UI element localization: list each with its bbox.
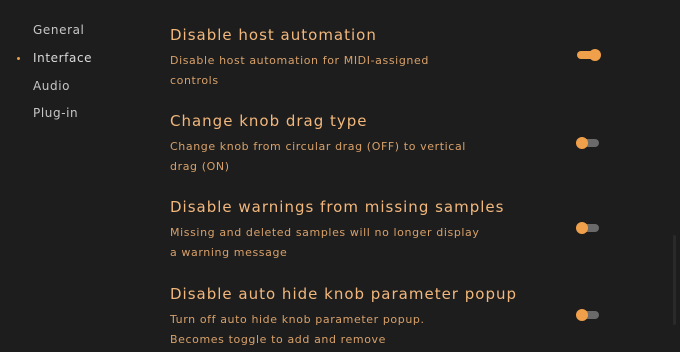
setting-change-knob-drag-type: Change knob drag type Change knob from c… [170,112,650,192]
setting-title: Change knob drag type [170,112,368,130]
setting-disable-auto-hide-knob-popup: Disable auto hide knob parameter popup T… [170,285,650,352]
disable-host-automation-toggle[interactable] [577,49,601,61]
setting-title: Disable warnings from missing samples [170,198,505,216]
change-knob-drag-type-toggle[interactable] [576,137,599,149]
setting-title: Disable auto hide knob parameter popup [170,285,517,303]
sidebar-item-interface[interactable]: Interface [33,51,92,65]
toggle-knob [576,309,588,321]
disable-auto-hide-knob-popup-toggle[interactable] [576,309,599,321]
disable-missing-sample-warnings-toggle[interactable] [576,222,599,234]
sidebar-item-plug-in[interactable]: Plug-in [33,106,78,120]
setting-description: Missing and deleted samples will no long… [170,226,480,259]
setting-description: Disable host automation for MIDI-assigne… [170,54,429,87]
bullet-dot-icon [17,57,20,60]
setting-title: Disable host automation [170,26,377,44]
settings-window: General Interface Audio Plug-in Disable … [0,0,680,352]
toggle-knob [576,137,588,149]
sidebar-item-general[interactable]: General [33,23,85,37]
scrollbar[interactable] [673,235,676,325]
toggle-knob [589,49,601,61]
toggle-knob [576,222,588,234]
sidebar-item-audio[interactable]: Audio [33,79,70,93]
setting-disable-missing-sample-warnings: Disable warnings from missing samples Mi… [170,198,650,278]
setting-description: Turn off auto hide knob parameter popup.… [170,313,425,346]
settings-sidebar: General Interface Audio Plug-in [0,0,150,352]
setting-description: Change knob from circular drag (OFF) to … [170,140,466,173]
setting-disable-host-automation: Disable host automation Disable host aut… [170,26,650,106]
